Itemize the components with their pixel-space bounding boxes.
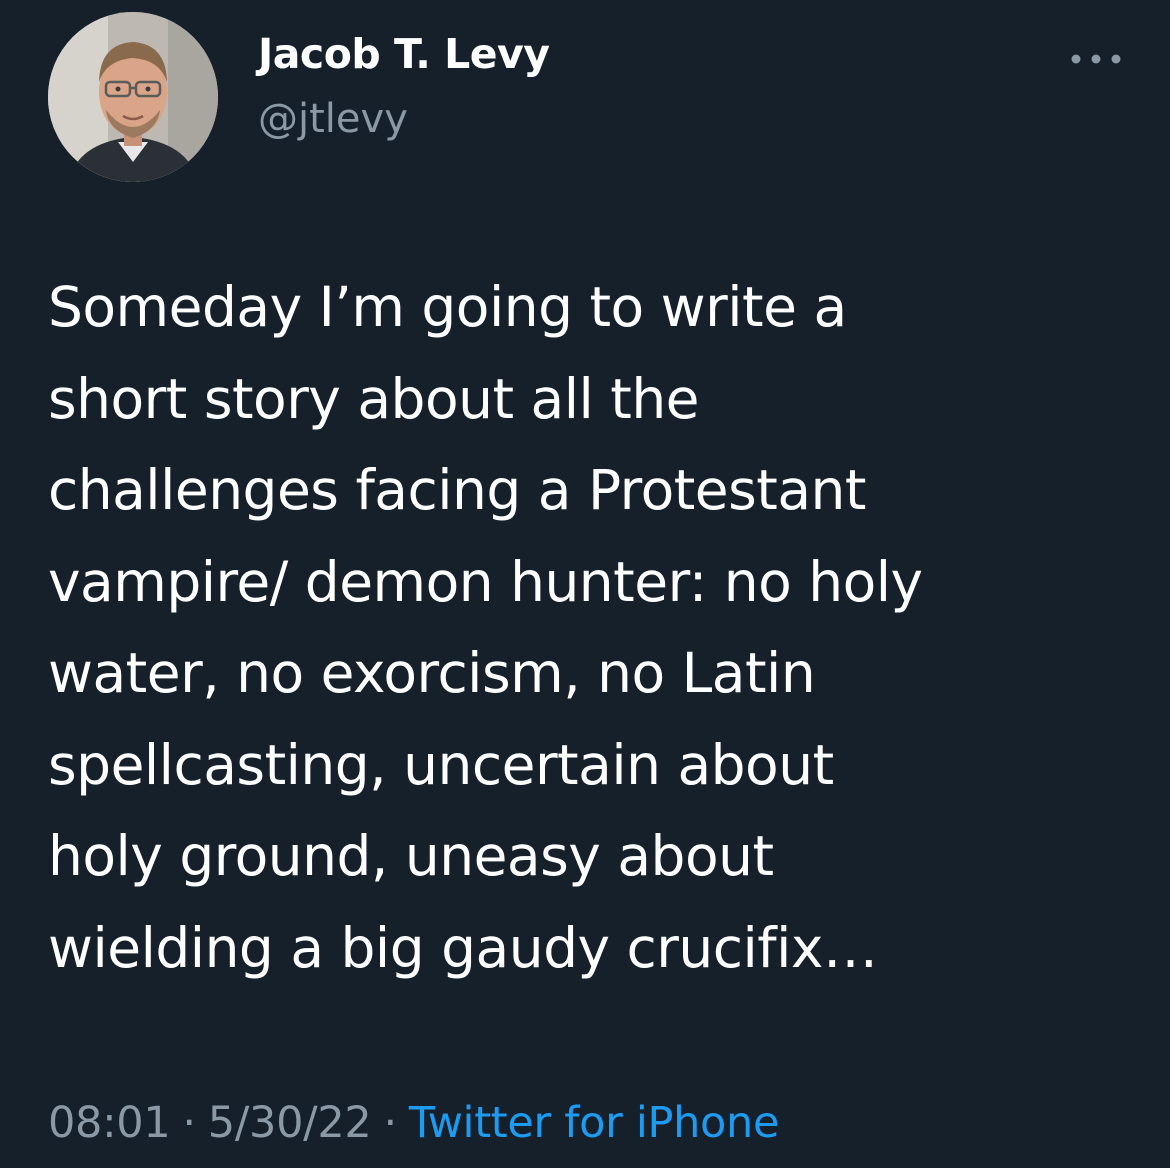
separator-dot: ·	[383, 1098, 397, 1148]
separator-dot: ·	[182, 1098, 196, 1148]
avatar[interactable]	[48, 12, 218, 182]
tweet-source-link[interactable]: Twitter for iPhone	[409, 1098, 780, 1148]
more-options-icon	[1071, 54, 1121, 64]
tweet-date[interactable]: 5/30/22	[208, 1098, 372, 1148]
author-handle[interactable]: @jtlevy	[258, 96, 408, 142]
tweet-time[interactable]: 08:01	[48, 1098, 171, 1148]
avatar-image	[48, 12, 218, 182]
tweet-card: Jacob T. Levy @jtlevy Someday I’m going …	[0, 0, 1170, 1168]
tweet-metadata: 08:01 · 5/30/22 · Twitter for iPhone	[48, 1098, 779, 1148]
more-options-button[interactable]	[1066, 44, 1126, 74]
tweet-text: Someday I’m going to write a short story…	[48, 275, 923, 980]
author-display-name[interactable]: Jacob T. Levy	[258, 30, 550, 78]
